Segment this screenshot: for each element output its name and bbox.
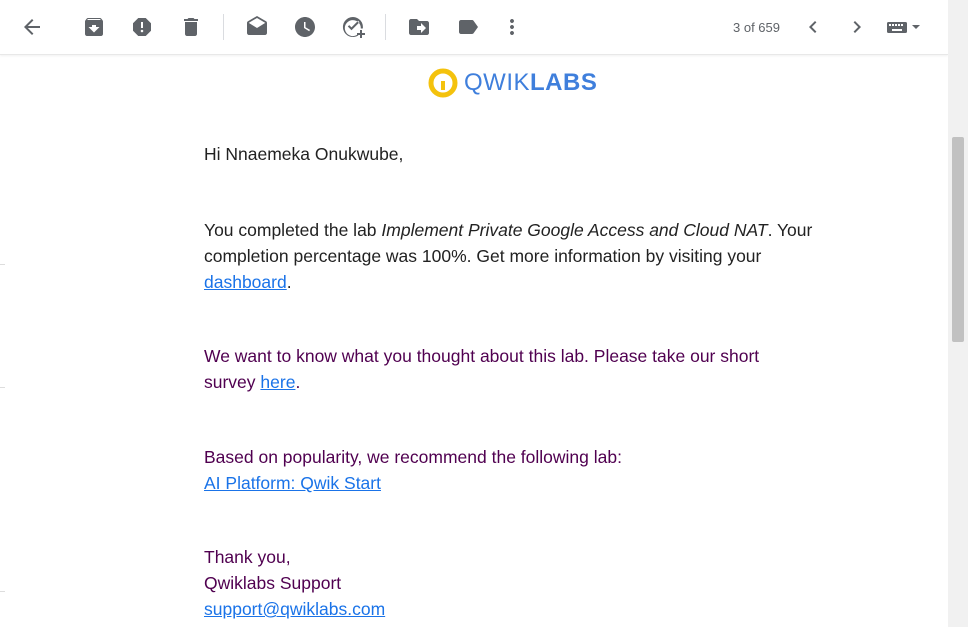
support-email-link[interactable]: support@qwiklabs.com <box>204 599 385 619</box>
edge-marker <box>0 264 5 265</box>
signoff-team: Qwiklabs Support <box>204 573 342 593</box>
more-vert-icon[interactable] <box>494 9 530 45</box>
pagination-counter: 3 of 659 <box>733 20 780 35</box>
mark-unread-icon[interactable] <box>239 9 275 45</box>
archive-icon[interactable] <box>76 9 112 45</box>
completion-paragraph: You completed the lab Implement Private … <box>204 217 814 295</box>
signoff: Thank you, Qwiklabs Support support@qwik… <box>204 544 814 622</box>
delete-icon[interactable] <box>173 9 209 45</box>
email-toolbar: 3 of 659 <box>0 0 948 55</box>
completion-end: . <box>286 272 292 292</box>
logo-part-qwik: QWIK <box>464 69 530 96</box>
completion-text: You completed the lab <box>204 220 382 240</box>
recommend-text: Based on popularity, we recommend the fo… <box>204 447 622 467</box>
qwiklabs-logo-icon <box>428 68 458 98</box>
add-to-tasks-icon[interactable] <box>335 9 371 45</box>
move-to-icon[interactable] <box>401 9 437 45</box>
email-body: QWIKLABS Hi Nnaemeka Onukwube, You compl… <box>0 55 948 627</box>
survey-end: . <box>295 372 301 392</box>
toolbar-divider <box>223 14 224 40</box>
chevron-left-icon[interactable] <box>795 9 831 45</box>
edge-marker <box>0 591 5 592</box>
signoff-thanks: Thank you, <box>204 547 291 567</box>
scrollbar-thumb[interactable] <box>952 137 964 342</box>
logo-part-labs: LABS <box>530 69 598 96</box>
edge-marker <box>0 387 5 388</box>
lab-name: Implement Private Google Access and Clou… <box>381 220 768 240</box>
report-spam-icon[interactable] <box>124 9 160 45</box>
dashboard-link[interactable]: dashboard <box>204 272 287 292</box>
logo-wordmark: QWIKLABS <box>464 69 597 97</box>
recommend-paragraph: Based on popularity, we recommend the fo… <box>204 444 814 496</box>
greeting: Hi Nnaemeka Onukwube, <box>204 144 404 164</box>
snooze-icon[interactable] <box>287 9 323 45</box>
keyboard-icon[interactable] <box>880 9 928 45</box>
toolbar-divider <box>385 14 386 40</box>
survey-paragraph: We want to know what you thought about t… <box>204 343 814 395</box>
chevron-right-icon[interactable] <box>839 9 875 45</box>
recommended-lab-link[interactable]: AI Platform: Qwik Start <box>204 473 381 493</box>
survey-link[interactable]: here <box>260 372 295 392</box>
back-arrow-icon[interactable] <box>14 9 50 45</box>
qwiklabs-logo: QWIKLABS <box>428 67 597 99</box>
label-icon[interactable] <box>450 9 486 45</box>
